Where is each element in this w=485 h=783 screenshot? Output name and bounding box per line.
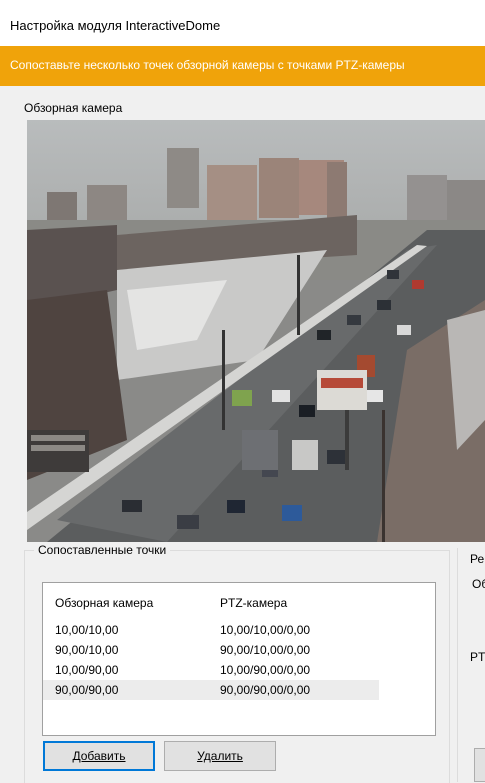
instruction-banner: Сопоставьте несколько точек обзорной кам… (0, 46, 485, 86)
right-panel-label-1: Ре (470, 552, 485, 566)
overview-coord: 90,00/10,00 (55, 643, 119, 657)
list-item[interactable]: 10,00/10,00 10,00/10,00/0,00 (43, 620, 379, 640)
matched-points-legend: Сопоставленные точки (34, 543, 171, 557)
overview-coord: 10,00/10,00 (55, 623, 119, 637)
right-panel-label-3: PT (470, 650, 485, 664)
banner-text: Сопоставьте несколько точек обзорной кам… (10, 58, 405, 72)
right-panel-button[interactable] (474, 748, 485, 782)
ptz-coord: 10,00/10,00/0,00 (220, 623, 311, 637)
overview-camera-view[interactable] (27, 120, 485, 542)
window-titlebar: Настройка модуля InteractiveDome (0, 0, 485, 46)
overview-coord: 90,00/90,00 (55, 683, 119, 697)
column-header-ptz: PTZ-камера (220, 596, 288, 610)
list-item-selected[interactable]: 90,00/90,00 90,00/90,00/0,00 (43, 680, 379, 700)
overview-coord: 10,00/90,00 (55, 663, 119, 677)
add-button[interactable]: Добавить (43, 741, 155, 771)
overview-camera-label: Обзорная камера (24, 101, 123, 115)
list-header: Обзорная камера PTZ-камера (43, 593, 379, 613)
ptz-coord: 10,00/90,00/0,00 (220, 663, 311, 677)
ptz-coord: 90,00/10,00/0,00 (220, 643, 311, 657)
right-panel-label-2: Об (472, 577, 485, 591)
matched-points-list[interactable]: Обзорная камера PTZ-камера 10,00/10,00 1… (42, 582, 436, 736)
window-title: Настройка модуля InteractiveDome (10, 18, 221, 33)
list-item[interactable]: 10,00/90,00 10,00/90,00/0,00 (43, 660, 379, 680)
ptz-coord: 90,00/90,00/0,00 (220, 683, 311, 697)
delete-button[interactable]: Удалить (164, 741, 276, 771)
list-item[interactable]: 90,00/10,00 90,00/10,00/0,00 (43, 640, 379, 660)
camera-frame-image (27, 120, 485, 542)
panel-divider (457, 548, 458, 782)
column-header-overview: Обзорная камера (55, 596, 154, 610)
